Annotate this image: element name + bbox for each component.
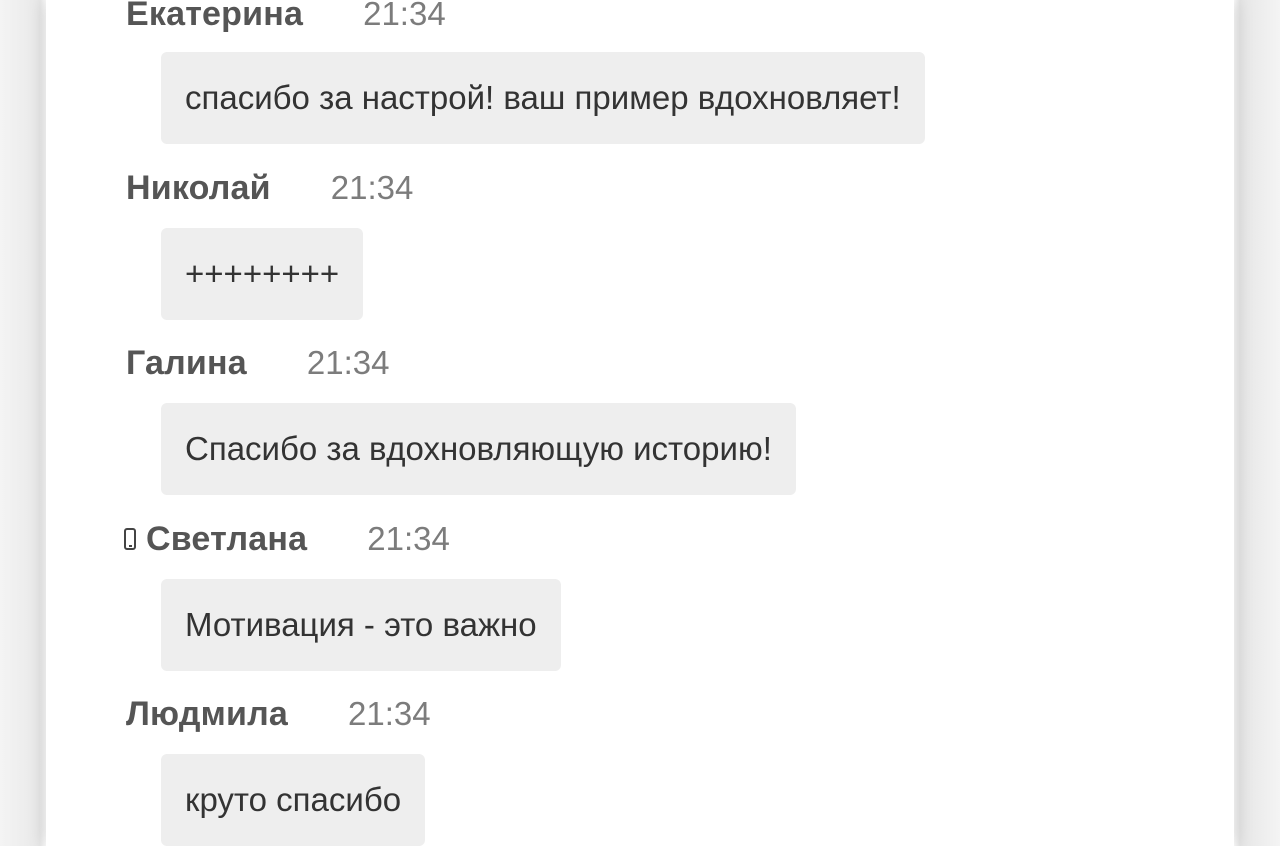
message-text: Мотивация - это важно <box>185 606 537 643</box>
message-header: Светлана 21:34 <box>124 519 450 559</box>
message-text: спасибо за настрой! ваш пример вдохновля… <box>185 79 901 116</box>
message-bubble: спасибо за настрой! ваш пример вдохновля… <box>161 52 925 144</box>
message-header: Екатерина 21:34 <box>126 0 446 34</box>
message-bubble: круто спасибо <box>161 754 426 846</box>
message-author[interactable]: Людмила <box>126 695 288 734</box>
message-time: 21:34 <box>330 169 414 206</box>
message-header: Людмила 21:34 <box>126 694 431 734</box>
message-bubble: Мотивация - это важно <box>161 579 561 671</box>
message-time: 21:34 <box>348 695 431 732</box>
message-author[interactable]: Галина <box>126 344 247 383</box>
message-header: Галина 21:34 <box>126 343 389 383</box>
message-time: 21:34 <box>306 344 390 381</box>
page-background: Екатерина 21:34 спасибо за настрой! ваш … <box>0 0 1280 846</box>
message-bubble: Спасибо за вдохновляющую историю! <box>161 403 796 495</box>
message-author[interactable]: Николай <box>126 169 271 208</box>
message-time: 21:34 <box>367 520 450 557</box>
message-time: 21:34 <box>363 0 446 32</box>
message-text: ++++++++ <box>185 255 340 292</box>
message-header: Николай 21:34 <box>126 168 413 208</box>
message-bubble: ++++++++ <box>161 228 364 320</box>
message-author[interactable]: Екатерина <box>126 0 303 34</box>
chat-panel: Екатерина 21:34 спасибо за настрой! ваш … <box>46 0 1234 846</box>
message-author[interactable]: Светлана <box>146 520 307 559</box>
message-text: круто спасибо <box>185 781 402 818</box>
mobile-phone-icon <box>124 528 136 550</box>
message-text: Спасибо за вдохновляющую историю! <box>185 430 772 467</box>
